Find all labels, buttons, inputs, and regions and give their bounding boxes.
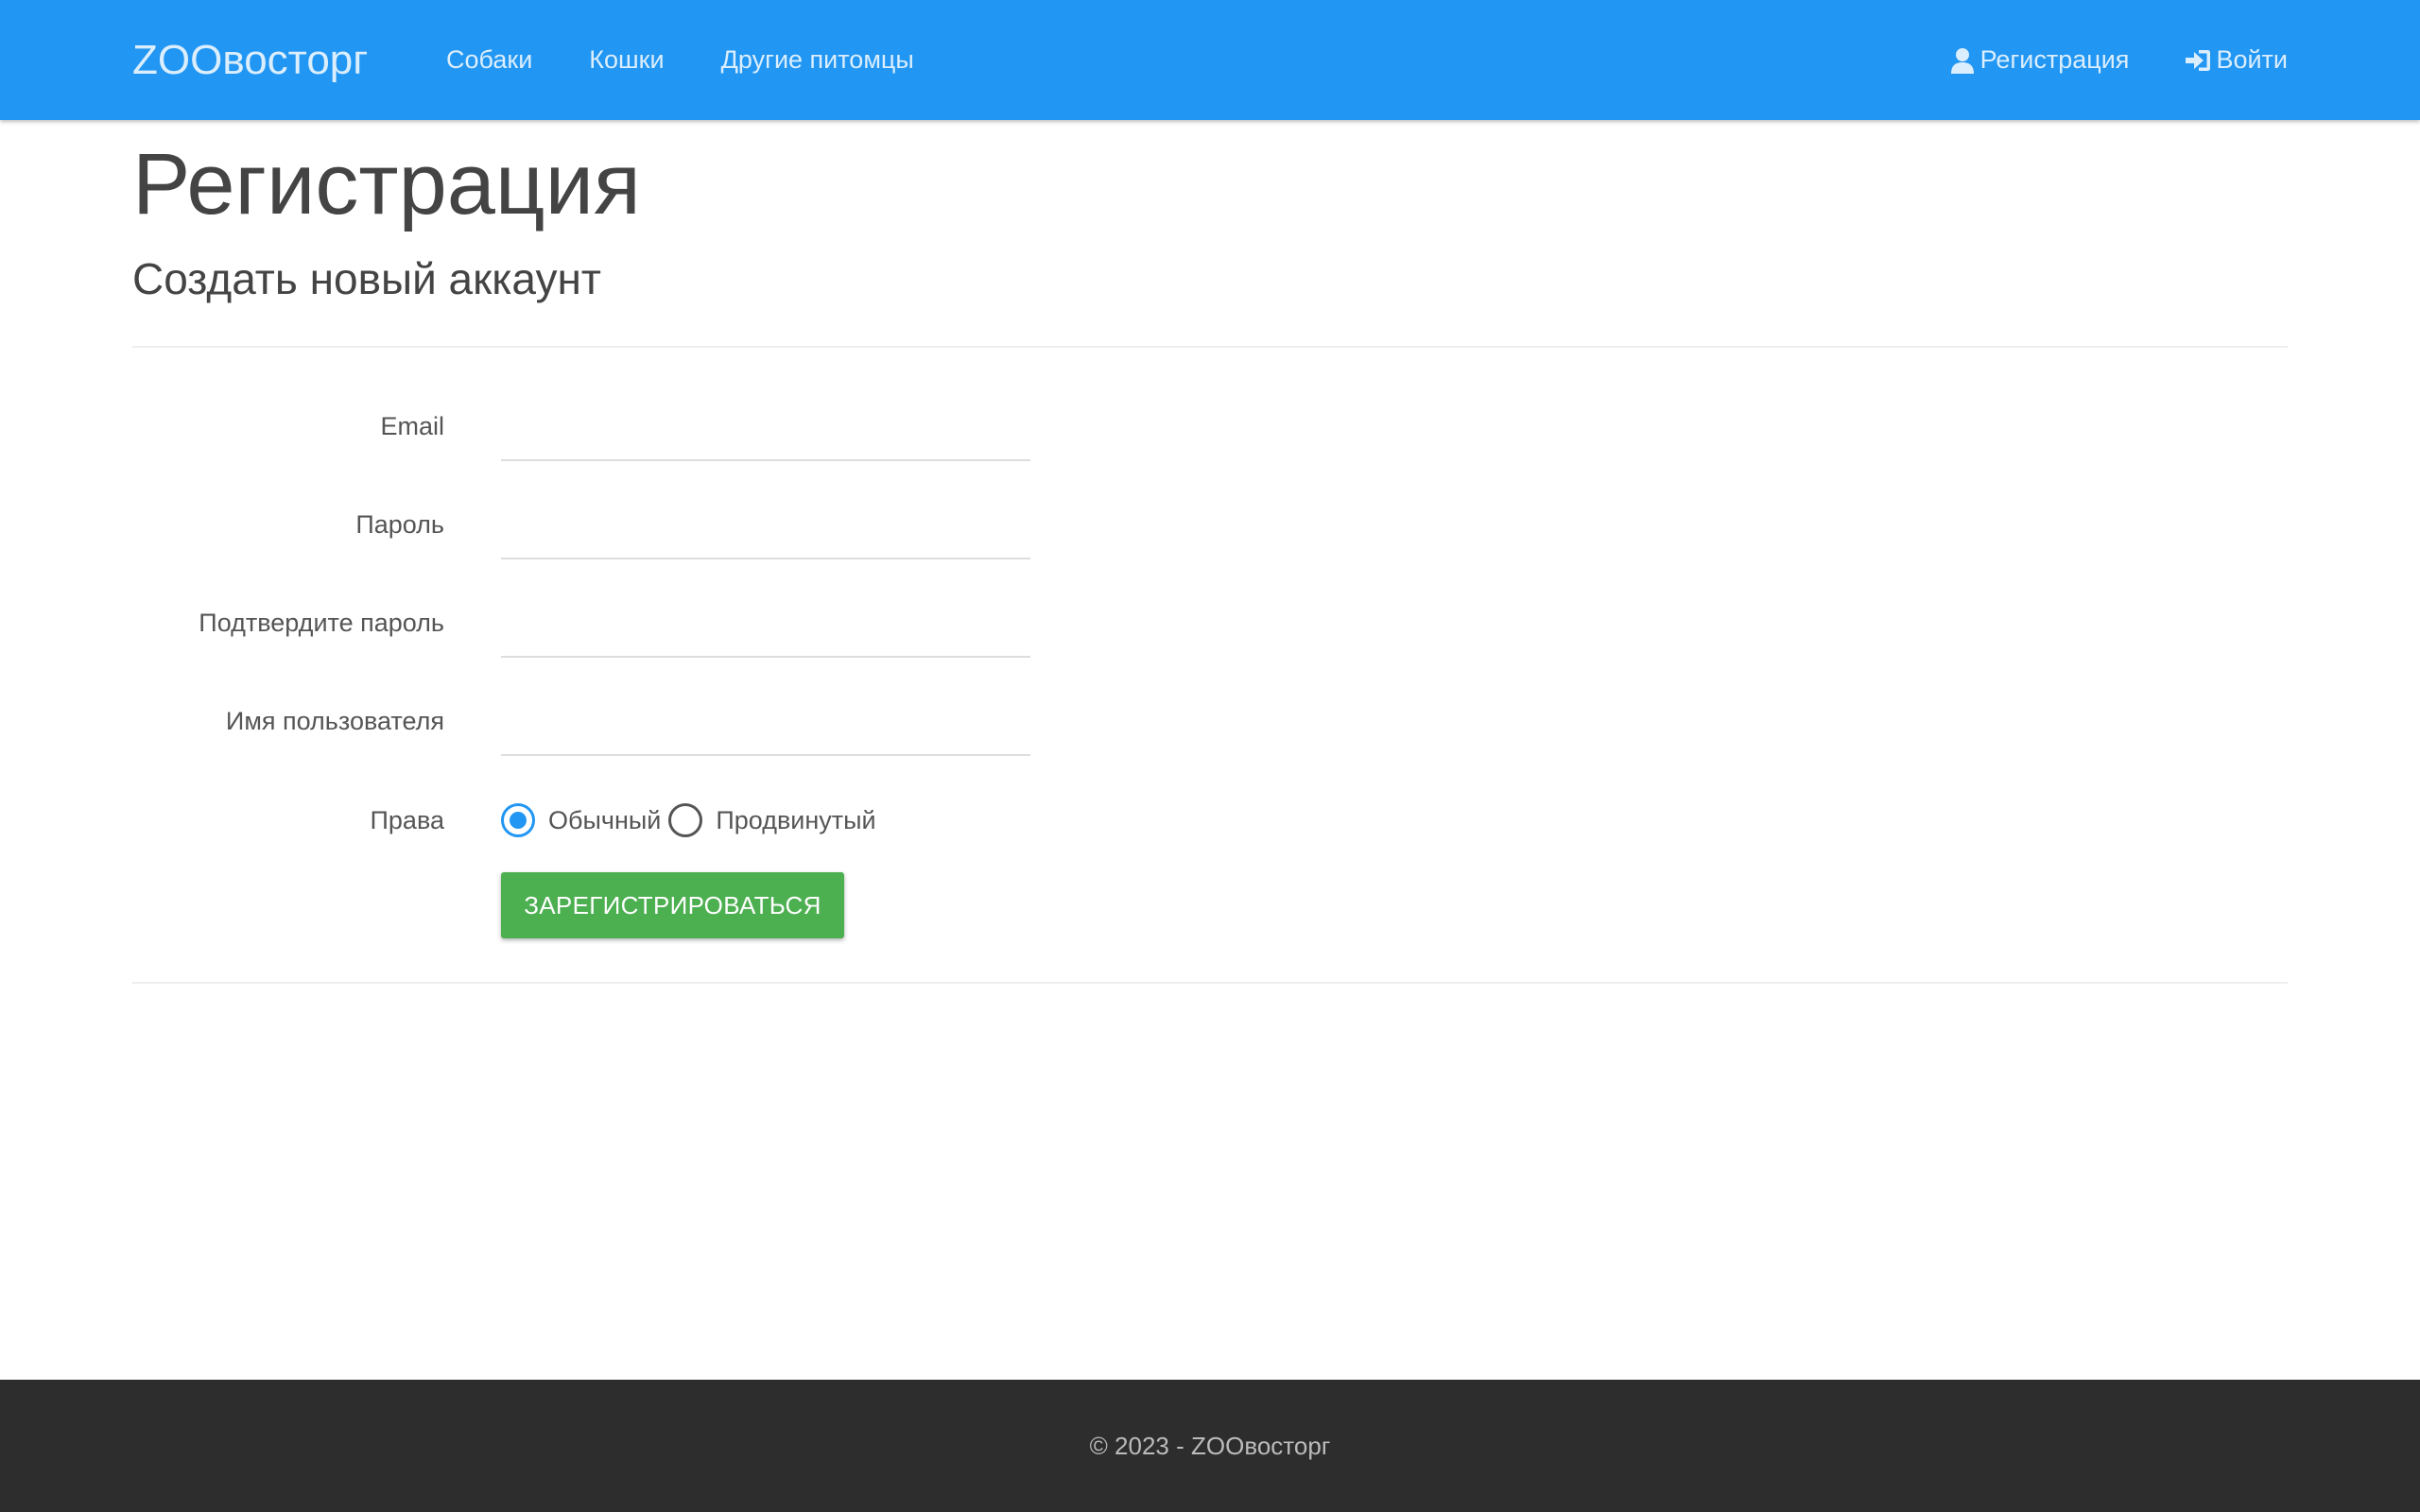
username-label: Имя пользователя — [225, 707, 444, 735]
confirm-password-label: Подтвердите пароль — [199, 609, 444, 637]
form-group-confirm-password: Подтвердите пароль — [132, 588, 1172, 658]
radio-advanced-label: Продвинутый — [716, 805, 876, 834]
footer-copyright: © 2023 - ZOOвосторг — [1089, 1432, 1331, 1460]
nav-item-login: Войти — [2184, 45, 2288, 75]
brand-logo-link[interactable]: ZOOвосторг — [132, 0, 368, 120]
nav-item-other-pets: Другие питомцы — [721, 45, 914, 75]
divider — [132, 346, 2288, 348]
navbar: ZOOвосторг Собаки Кошки Другие питомцы Р… — [0, 0, 2420, 120]
form-group-username: Имя пользователя — [132, 686, 1172, 756]
register-link[interactable]: Регистрация — [1948, 45, 2130, 75]
rights-option-regular[interactable]: Обычный — [501, 803, 661, 837]
register-button[interactable]: ЗАРЕГИСТРИРОВАТЬСЯ — [501, 872, 844, 938]
email-field[interactable] — [501, 391, 1030, 461]
form-group-email: Email — [132, 391, 1172, 461]
nav-link-dogs[interactable]: Собаки — [446, 45, 532, 74]
register-link-label: Регистрация — [1979, 45, 2130, 74]
rights-option-advanced[interactable]: Продвинутый — [668, 803, 876, 837]
password-label: Пароль — [355, 510, 444, 539]
divider — [132, 982, 2288, 984]
nav-item-dogs: Собаки — [446, 45, 532, 75]
username-field[interactable] — [501, 686, 1030, 756]
nav-link-other-pets[interactable]: Другие питомцы — [721, 45, 914, 74]
account-nav: Регистрация Войти — [1893, 0, 2288, 120]
login-link[interactable]: Войти — [2184, 45, 2288, 75]
nav-item-cats: Кошки — [589, 45, 664, 75]
radio-advanced[interactable] — [668, 803, 703, 837]
password-field[interactable] — [501, 490, 1030, 559]
page-title: Регистрация — [132, 136, 641, 232]
confirm-password-field[interactable] — [501, 588, 1030, 658]
rights-radio-group: Обычный Продвинутый — [501, 784, 884, 856]
user-icon — [1948, 46, 1977, 75]
radio-regular[interactable] — [501, 803, 535, 837]
log-in-icon — [2184, 46, 2212, 75]
form-group-password: Пароль — [132, 490, 1172, 559]
login-link-label: Войти — [2216, 45, 2288, 74]
nav-link-cats[interactable]: Кошки — [589, 45, 664, 74]
radio-regular-label: Обычный — [548, 805, 662, 834]
form-group-rights: Права Обычный Продвинутый — [132, 784, 1172, 856]
nav-item-register: Регистрация — [1948, 45, 2130, 75]
footer: © 2023 - ZOOвосторг — [0, 1380, 2420, 1512]
radio-checked-dot — [510, 812, 527, 829]
email-label: Email — [380, 412, 444, 440]
page-subtitle: Создать новый аккаунт — [132, 254, 601, 303]
rights-label: Права — [370, 806, 445, 834]
main-nav: Собаки Кошки Другие питомцы — [446, 0, 971, 120]
